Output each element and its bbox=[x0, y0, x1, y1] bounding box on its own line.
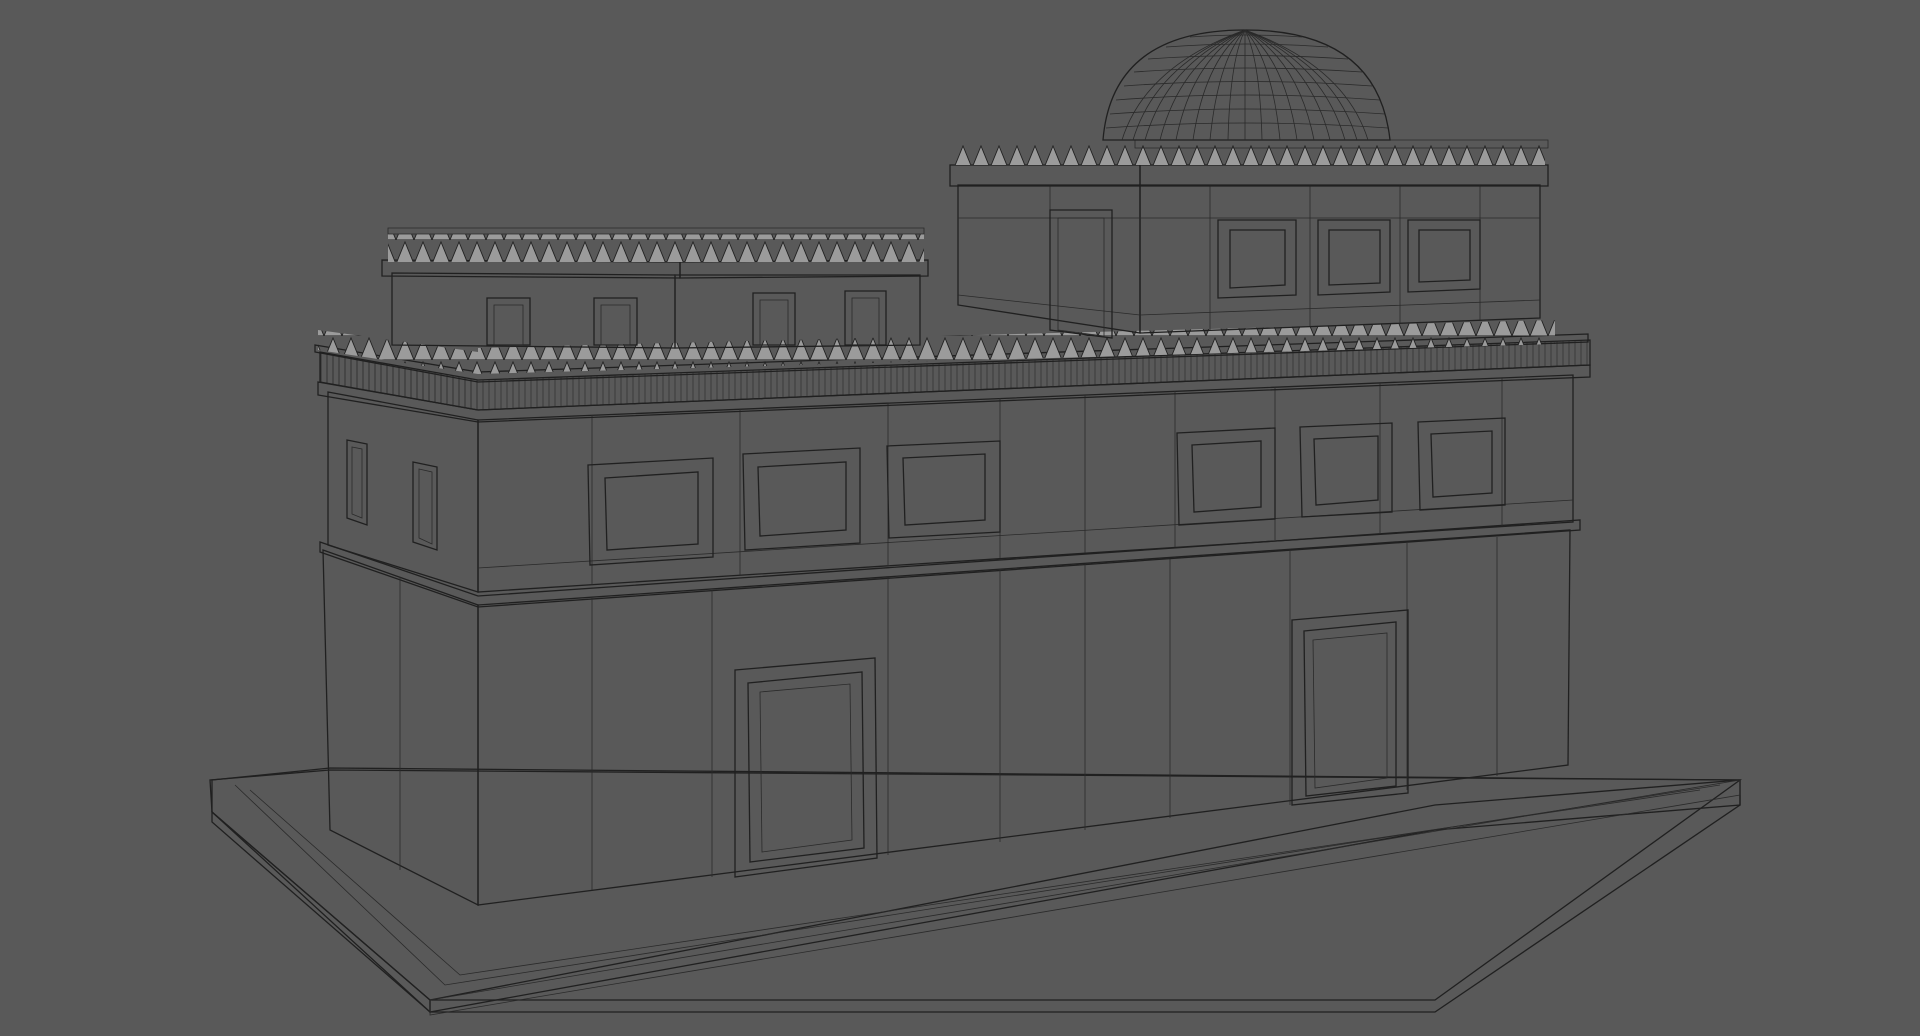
right-tower bbox=[949, 139, 1549, 339]
wireframe-building-render bbox=[209, 29, 1742, 1016]
base-plinth bbox=[209, 767, 1742, 1016]
left-roof-pavilions bbox=[381, 227, 929, 349]
front-windows bbox=[587, 417, 1506, 566]
main-parapet bbox=[314, 320, 1591, 423]
side-windows bbox=[346, 439, 438, 551]
dome bbox=[1102, 29, 1391, 141]
door-left bbox=[734, 657, 878, 878]
main-body-lower bbox=[319, 519, 1581, 907]
3d-viewport[interactable] bbox=[0, 0, 1920, 1036]
